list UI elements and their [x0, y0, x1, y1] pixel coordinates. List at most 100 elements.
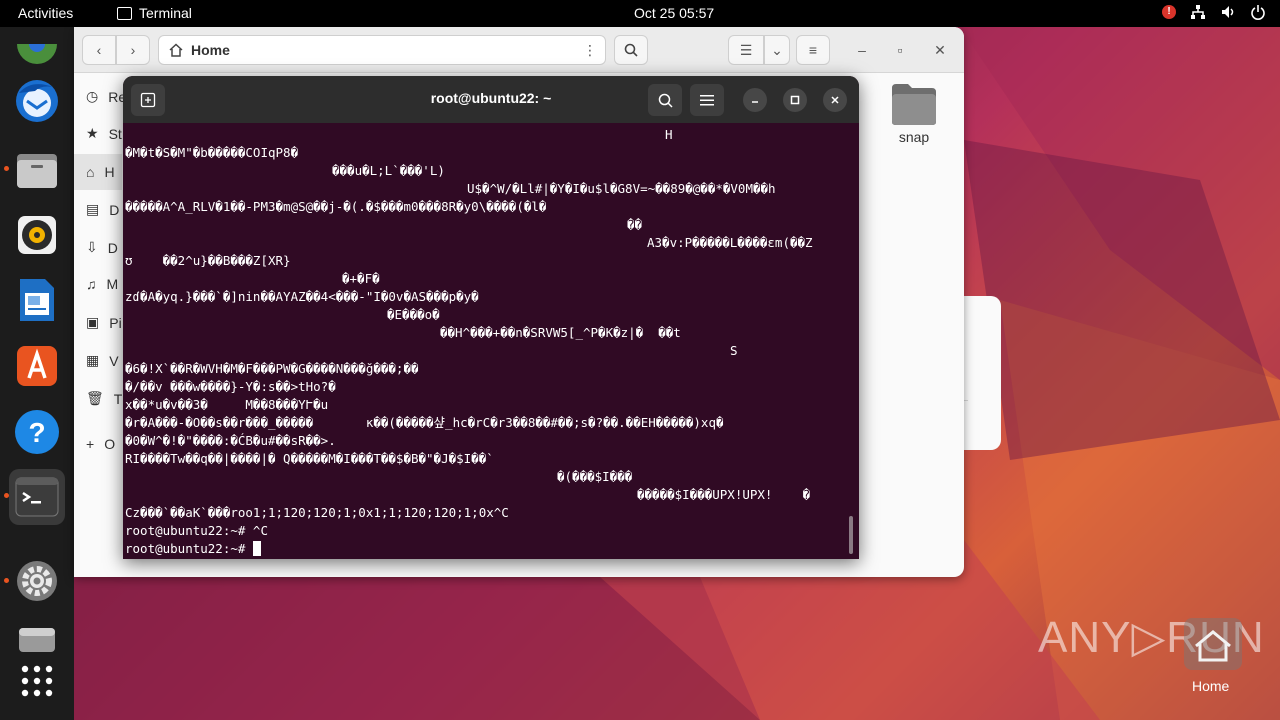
show-apps-button[interactable]: [9, 653, 65, 709]
chrome-icon: [17, 44, 57, 64]
sidebar-item-label: V: [109, 352, 119, 369]
sidebar-item-music[interactable]: ♫ M: [86, 276, 118, 292]
terminal-output[interactable]: H �M�t�S�M"�b�����COIqP8� ���u�L;L`���'L…: [125, 126, 847, 559]
close-button[interactable]: ✕: [928, 35, 952, 65]
sidebar-item-label: D: [107, 239, 118, 256]
sidebar-item-downloads[interactable]: ⇩ D: [86, 239, 118, 256]
view-options-button[interactable]: ⌄: [764, 35, 790, 65]
music-icon: ♫: [86, 276, 97, 292]
desktop-home-icon[interactable]: [1184, 618, 1242, 670]
video-icon: ▦: [86, 352, 100, 368]
rhythmbox-launcher[interactable]: [9, 207, 65, 263]
terminal-maximize-button[interactable]: [783, 88, 807, 112]
terminal-search-button[interactable]: [648, 84, 682, 116]
sidebar-item-documents[interactable]: ▤ D: [86, 201, 119, 218]
app-center-launcher[interactable]: [9, 338, 65, 394]
location-menu-button[interactable]: ⋮: [574, 35, 606, 65]
terminal-line: ʊ ��2^u}��B���Z[XR}: [125, 253, 291, 268]
terminal-line: �r�A���-�O��s��r���_����� κ��(�����샾_hc�…: [125, 415, 724, 430]
home-icon: [169, 43, 183, 57]
terminal-prompt-line[interactable]: root@ubuntu22:~#: [125, 540, 261, 558]
sidebar-item-starred[interactable]: ★ St: [86, 125, 122, 142]
minimize-button[interactable]: –: [850, 35, 874, 65]
help-icon: ?: [15, 410, 59, 454]
terminal-line: �M�t�S�M"�b�����COIqP8�: [125, 145, 299, 160]
system-tray[interactable]: !: [1162, 4, 1266, 20]
terminal-line: ���u�L;L`���'L): [332, 163, 445, 178]
app-center-icon: [17, 346, 57, 386]
location-bar[interactable]: Home: [158, 35, 606, 65]
main-menu-button[interactable]: ≡: [796, 35, 830, 65]
folder-item-snap[interactable]: snap: [886, 82, 942, 145]
app-menu[interactable]: Terminal: [117, 5, 192, 21]
search-button[interactable]: [614, 35, 648, 65]
terminal-line: �+�F�: [342, 271, 380, 286]
app-grid-icon: [21, 665, 53, 697]
top-bar: Activities Terminal Oct 25 05:57 !: [0, 0, 1280, 27]
terminal-minimize-button[interactable]: [743, 88, 767, 112]
volume-icon[interactable]: [1220, 4, 1236, 20]
files-launcher[interactable]: [9, 142, 65, 198]
picture-icon: ▣: [86, 314, 100, 330]
sidebar-item-recent[interactable]: ◷ Re: [86, 88, 126, 105]
sidebar-item-other-locations[interactable]: + O: [86, 436, 115, 452]
terminal-line: A3�v:P�����L����ɛm(��Z: [647, 235, 813, 250]
thunderbird-launcher[interactable]: [9, 73, 65, 129]
sidebar-item-home[interactable]: ⌂ H: [74, 154, 122, 190]
trash-icon: 🗑: [86, 390, 104, 406]
sidebar-item-label: O: [104, 436, 116, 452]
hamburger-icon: [700, 95, 714, 106]
files-icon: [17, 154, 57, 188]
libreoffice-writer-launcher[interactable]: [9, 272, 65, 328]
terminal-line: �/��v ���w����}-Y�:s��>tHo?�: [125, 379, 336, 394]
rhythmbox-icon: [18, 216, 56, 254]
chevron-right-icon: ›: [130, 42, 136, 58]
network-icon[interactable]: [1190, 4, 1206, 20]
sidebar-item-label: Pi: [109, 314, 122, 331]
forward-button[interactable]: ›: [116, 35, 150, 65]
app-menu-label: Terminal: [139, 5, 192, 21]
terminal-close-button[interactable]: [823, 88, 847, 112]
maximize-icon: [790, 95, 800, 105]
thunderbird-icon: [16, 80, 58, 122]
power-icon[interactable]: [1250, 4, 1266, 20]
terminal-app-icon: [117, 6, 132, 20]
sidebar-item-label: T: [113, 390, 123, 407]
alert-icon[interactable]: !: [1162, 5, 1176, 19]
writer-icon: [20, 279, 54, 321]
sidebar-item-videos[interactable]: ▦ V: [86, 352, 119, 369]
terminal-line: �0�W^�!�"����:�ĆB�u#��sR��>.: [125, 433, 336, 448]
recent-icon: ◷: [86, 88, 99, 104]
help-launcher[interactable]: ?: [9, 404, 65, 460]
files-headerbar: ‹ › Home ⋮ ☰ ⌄ ≡ – ▫ ✕: [74, 27, 964, 73]
terminal-scrollbar[interactable]: [849, 516, 853, 554]
close-icon: ✕: [934, 41, 946, 58]
view-list-button[interactable]: ☰: [728, 35, 764, 65]
desktop-home-label: Home: [1192, 678, 1230, 694]
text-cursor: [252, 541, 261, 556]
folder-label: snap: [898, 129, 930, 145]
terminal-line: �����A^A_RLV�1��-PM3�m@S@��j-�(.�$���m0�…: [125, 199, 547, 214]
search-icon: [658, 93, 673, 108]
clock[interactable]: Oct 25 05:57: [634, 5, 714, 21]
terminal-line: U$�^W/�Ll#|�Y�I�u$l�G8V=~��89�@��*�V0M��…: [467, 181, 776, 196]
terminal-line: RI����Tw��q��|����|� Q�����M�I���T��$�B�…: [125, 451, 494, 466]
terminal-line: ��H^���+��n�SRVW5[_^P�K�z|� ��t: [440, 325, 681, 340]
sidebar-item-trash[interactable]: 🗑 T: [86, 390, 122, 407]
vertical-dots-icon: ⋮: [583, 41, 597, 58]
chevron-down-icon: ⌄: [771, 41, 783, 58]
maximize-button[interactable]: ▫: [888, 35, 912, 65]
terminal-line: zɗ�A�yq.}���`�]nin��AYAZ��4<���-"I�0v�AS…: [125, 289, 479, 304]
folder-icon: [892, 84, 936, 125]
terminal-line: �6�!X`��R�WVH�M�F���PW�G����N���ğ���;��: [125, 361, 419, 376]
activities-button[interactable]: Activities: [18, 5, 73, 21]
list-view-icon: ☰: [739, 41, 753, 58]
minimize-icon: –: [858, 42, 866, 58]
chevron-left-icon: ‹: [96, 42, 102, 58]
terminal-prompt: root@ubuntu22:~#: [125, 541, 253, 556]
settings-launcher[interactable]: [9, 553, 65, 609]
back-button[interactable]: ‹: [82, 35, 116, 65]
sidebar-item-pictures[interactable]: ▣ Pi: [86, 314, 122, 331]
terminal-launcher[interactable]: [9, 469, 65, 525]
terminal-menu-button[interactable]: [690, 84, 724, 116]
